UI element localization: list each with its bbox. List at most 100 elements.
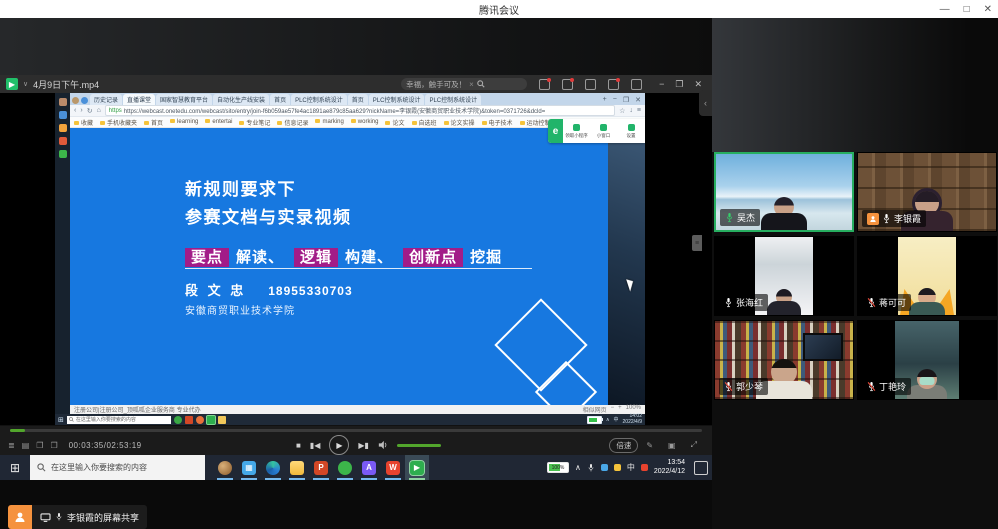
player-restore-button[interactable]: ❐: [675, 79, 683, 90]
phone-icon[interactable]: [539, 79, 550, 90]
player-logo-icon[interactable]: ▶: [6, 78, 18, 90]
widget-miniprogram-button[interactable]: 领取小程序: [563, 119, 590, 143]
volume-slider[interactable]: [397, 444, 441, 447]
tray-red-badge-icon[interactable]: [641, 464, 648, 471]
close-button[interactable]: ✕: [984, 4, 992, 15]
similar-pages-label[interactable]: 相似网页: [583, 405, 607, 414]
url-box[interactable]: https https://webcast.onetedu.com/webcas…: [105, 105, 615, 116]
tray-yellow-icon[interactable]: [614, 464, 621, 471]
participant-tile[interactable]: 李银霞: [857, 152, 997, 232]
repeat-icon[interactable]: ❐: [50, 441, 57, 450]
seek-bar[interactable]: [10, 429, 702, 432]
page-url[interactable]: https://webcast.onetedu.com/webcast/sito…: [124, 106, 545, 115]
browser-tab[interactable]: PLC控制系统设计: [425, 94, 481, 105]
browser-tab[interactable]: PLC控制系统设计: [369, 94, 425, 105]
bookmark-item[interactable]: 信息记录: [277, 118, 308, 127]
browser-tab-list[interactable]: 历史记录直播课堂国家智慧教育平台自动化生产线安装首页PLC控制系统设计首页PLC…: [90, 94, 599, 105]
speed-button[interactable]: 倍速: [609, 438, 638, 453]
bookmark-item[interactable]: working: [351, 119, 379, 125]
clock-icon[interactable]: [631, 79, 642, 90]
start-button[interactable]: ⊞: [0, 455, 30, 480]
blue-app-icon[interactable]: ▦: [237, 455, 261, 480]
play-button[interactable]: ▶: [329, 435, 349, 455]
player-close-button[interactable]: ✕: [694, 79, 702, 90]
playlist-panel-handle[interactable]: ≡: [692, 235, 702, 251]
browser-tab[interactable]: 首页: [270, 94, 290, 105]
capture-icon[interactable]: ▣: [668, 441, 676, 450]
participant-tile[interactable]: 蒋可可: [857, 236, 997, 316]
participant-tile[interactable]: 丁艳玲: [857, 320, 997, 400]
browser-tab[interactable]: 直播课堂: [123, 94, 155, 105]
screen-share-badge[interactable]: 李银霞的屏幕共享: [8, 505, 147, 529]
bookmark-item[interactable]: 首页: [144, 118, 163, 127]
browser-tab[interactable]: PLC控制系统设计: [291, 94, 347, 105]
minimize-button[interactable]: —: [940, 4, 950, 15]
headset-icon[interactable]: [585, 79, 596, 90]
bell-icon[interactable]: [562, 79, 573, 90]
player-titlebar[interactable]: ▶ ∨ 4月9日下午.mp4 幸福，触手可及！ × − ❐ ✕: [0, 75, 712, 93]
favorite-star-icon[interactable]: ☆: [619, 107, 625, 115]
participant-tile[interactable]: 张海红: [714, 236, 854, 316]
bookmark-item[interactable]: 电子技术: [482, 118, 513, 127]
player-search-box[interactable]: 幸福，触手可及！ ×: [401, 78, 527, 90]
maximize-button[interactable]: □: [964, 4, 970, 15]
sidebar-collapse-handle[interactable]: ‹: [699, 90, 712, 116]
green-circle-app-icon[interactable]: [333, 455, 357, 480]
participant-tile[interactable]: 郭少琴: [714, 320, 854, 400]
widget-miniwindow-button[interactable]: 小窗口: [590, 119, 617, 143]
bookmark-item[interactable]: 运动控制: [520, 118, 551, 127]
download-icon[interactable]: ↓: [629, 107, 633, 115]
browser-addressbar[interactable]: ‹ › ↻ ⌂ https https://webcast.onetedu.co…: [70, 105, 645, 117]
browser-tab[interactable]: 首页: [348, 94, 368, 105]
bag-icon[interactable]: [608, 79, 619, 90]
bookmark-item[interactable]: 专业笔记: [239, 118, 270, 127]
bookmark-item[interactable]: 自选班: [412, 118, 437, 127]
taskbar-search-box[interactable]: 在这里输入你要搜索的内容: [30, 455, 205, 480]
action-center-icon[interactable]: [694, 461, 708, 475]
input-method-indicator[interactable]: 中: [627, 462, 635, 473]
tray-blue-icon[interactable]: [601, 464, 608, 471]
clear-search-icon[interactable]: ×: [469, 80, 474, 89]
new-tab-button[interactable]: +: [603, 96, 607, 104]
zoom-out-icon[interactable]: −: [611, 405, 615, 414]
webpage-floating-widget[interactable]: e 领取小程序 小窗口 设置: [548, 119, 645, 143]
participant-tile[interactable]: 吴杰: [714, 152, 854, 232]
browser-minimize-button[interactable]: −: [613, 96, 617, 104]
widget-settings-button[interactable]: 设置: [618, 119, 645, 143]
browser-sync-icon[interactable]: [81, 97, 88, 104]
pencil-icon[interactable]: ✎: [646, 441, 653, 450]
browser-restore-button[interactable]: ❐: [623, 96, 629, 104]
status-link-text[interactable]: 注册公司|注册公司_顶呱呱企业服务商 专业代办: [74, 405, 201, 414]
file-explorer-icon[interactable]: [285, 455, 309, 480]
zoom-in-icon[interactable]: +: [618, 405, 622, 414]
wps-icon[interactable]: W: [381, 455, 405, 480]
tray-arrow-icon[interactable]: ∧: [575, 463, 581, 472]
browser-tab[interactable]: 历史记录: [90, 94, 122, 105]
menu-dots-icon[interactable]: ≡: [637, 107, 641, 115]
playlist-icon[interactable]: ≣: [8, 441, 15, 450]
browser-tab[interactable]: 国家智慧教育平台: [156, 94, 212, 105]
forward-icon[interactable]: ›: [80, 107, 82, 114]
next-button[interactable]: ▶▮: [358, 441, 369, 450]
taskbar-clock[interactable]: 13:54 2022/4/12: [654, 459, 685, 477]
previous-button[interactable]: ▮◀: [310, 441, 321, 450]
edge-browser-icon[interactable]: [261, 455, 285, 480]
video-player-icon[interactable]: ▶: [405, 455, 429, 480]
mic-icon[interactable]: [587, 463, 595, 473]
reload-icon[interactable]: ↻: [87, 107, 93, 115]
browser-tabbar[interactable]: 历史记录直播课堂国家智慧教育平台自动化生产线安装首页PLC控制系统设计首页PLC…: [70, 93, 645, 105]
chevron-down-icon[interactable]: ∨: [23, 80, 28, 88]
fullscreen-icon[interactable]: ⤢: [691, 440, 697, 450]
browser-avatar-icon[interactable]: [72, 97, 79, 104]
browser-tab[interactable]: 自动化生产线安装: [213, 94, 269, 105]
player-video-area[interactable]: 历史记录直播课堂国家智慧教育平台自动化生产线安装首页PLC控制系统设计首页PLC…: [0, 93, 712, 425]
stop-button[interactable]: ■: [296, 441, 301, 450]
purple-app-icon[interactable]: A: [357, 455, 381, 480]
bookmark-item[interactable]: 收藏: [74, 118, 93, 127]
bookmark-item[interactable]: 论文实操: [444, 118, 475, 127]
search-icon[interactable]: [477, 80, 485, 88]
volume-icon[interactable]: [378, 440, 388, 450]
home-icon[interactable]: ⌂: [97, 107, 101, 114]
powerpoint-icon[interactable]: P: [309, 455, 333, 480]
bookmark-item[interactable]: entertai: [205, 119, 232, 125]
